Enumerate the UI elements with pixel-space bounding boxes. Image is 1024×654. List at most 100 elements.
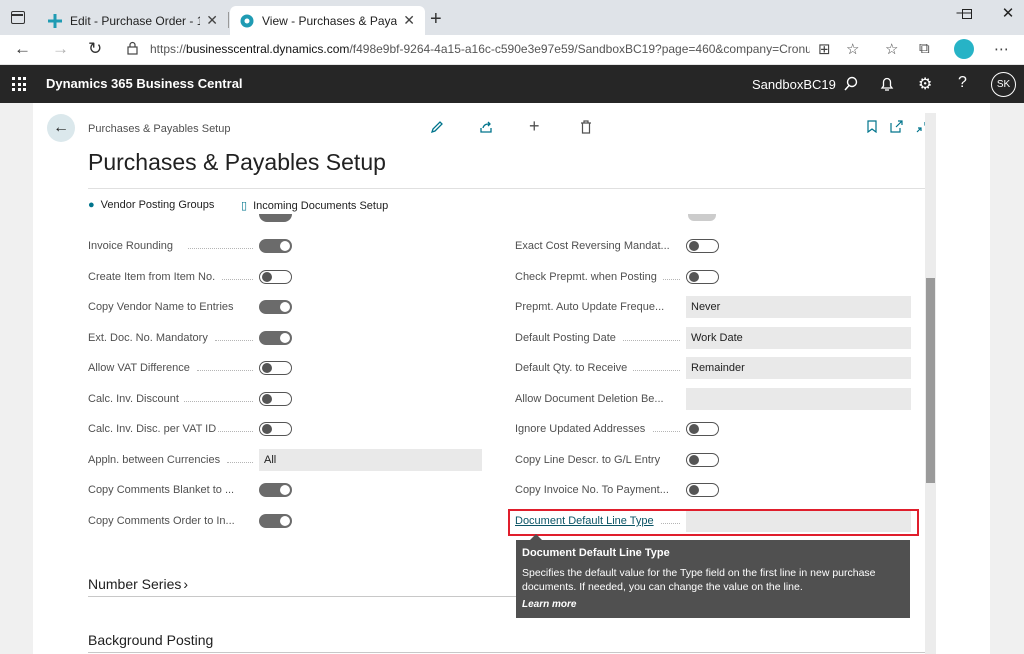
toggle-switch[interactable] xyxy=(259,300,292,314)
document-icon: ▯ xyxy=(241,200,248,212)
field-ignore-updated-addresses: Ignore Updated Addresses xyxy=(515,418,915,440)
gear-icon[interactable]: ⚙ xyxy=(918,74,932,94)
search-icon[interactable] xyxy=(843,76,859,92)
section-background-posting[interactable]: Background Posting xyxy=(88,632,213,648)
toggle-switch[interactable] xyxy=(686,270,719,284)
clipped-toggle[interactable] xyxy=(259,214,292,222)
more-menu-icon[interactable]: ⋯ xyxy=(994,40,1009,58)
toggle-switch[interactable] xyxy=(259,514,292,528)
label-dots xyxy=(197,357,253,379)
section-title: Number Series xyxy=(88,576,182,592)
open-new-window-icon[interactable] xyxy=(890,120,904,133)
window-menu-icon[interactable] xyxy=(11,11,25,24)
label-dots xyxy=(188,235,253,257)
toggle-switch[interactable] xyxy=(259,239,292,253)
page-margin-left xyxy=(0,103,33,654)
page-card: ← Purchases & Payables Setup + Purchases… xyxy=(33,103,990,654)
label-dots xyxy=(653,418,680,440)
collections-icon[interactable]: ⧉ xyxy=(919,40,930,57)
toggle-switch[interactable] xyxy=(259,270,292,284)
default-posting-date-select[interactable]: Work Date xyxy=(686,327,911,349)
toggle-switch[interactable] xyxy=(259,361,292,375)
bell-icon[interactable] xyxy=(880,76,894,92)
field-label: Copy Line Descr. to G/L Entry xyxy=(515,454,661,466)
browser-tab-bar: Edit - Purchase Order - 106006 - ✕ View … xyxy=(0,0,1024,35)
url-scheme: https:// xyxy=(150,42,187,56)
incoming-documents-setup-link[interactable]: ▯ Incoming Documents Setup xyxy=(241,199,388,213)
toggle-switch[interactable] xyxy=(686,453,719,467)
page-title: Purchases & Payables Setup xyxy=(88,149,386,175)
toggle-switch[interactable] xyxy=(259,392,292,406)
back-arrow-icon[interactable]: ← xyxy=(14,39,31,59)
appln-currencies-select[interactable]: All xyxy=(259,449,482,471)
app-name: Dynamics 365 Business Central xyxy=(46,76,243,91)
share-icon[interactable] xyxy=(479,120,493,134)
label-dots xyxy=(215,327,253,349)
favorite-add-icon[interactable]: ☆ xyxy=(846,40,859,58)
scrollbar-thumb[interactable] xyxy=(926,278,935,483)
tooltip-learn-more-link[interactable]: Learn more xyxy=(522,599,904,610)
vertical-scrollbar[interactable] xyxy=(925,113,936,654)
bookmark-icon[interactable] xyxy=(867,120,877,133)
url-field[interactable]: https://businesscentral.dynamics.com/f49… xyxy=(150,42,810,56)
allow-document-deletion-input[interactable] xyxy=(686,388,911,410)
new-tab-icon[interactable]: + xyxy=(430,8,442,31)
forward-arrow-icon[interactable]: → xyxy=(52,39,69,59)
close-window-icon[interactable]: ✕ xyxy=(988,4,1024,22)
delete-icon[interactable] xyxy=(580,120,592,134)
label-dots xyxy=(633,357,680,379)
new-record-icon[interactable]: + xyxy=(529,116,540,137)
toggle-switch[interactable] xyxy=(259,422,292,436)
field-default-posting-date: Default Posting Date Work Date xyxy=(515,327,915,349)
browser-tab-purchase-order[interactable]: Edit - Purchase Order - 106006 - ✕ xyxy=(38,6,228,35)
refresh-icon[interactable]: ↻ xyxy=(88,39,102,59)
section-divider xyxy=(88,596,516,597)
tab-title: View - Purchases & Payables Setup xyxy=(262,13,398,28)
back-button[interactable]: ← xyxy=(47,114,75,142)
toggle-switch[interactable] xyxy=(686,239,719,253)
environment-name[interactable]: SandboxBC19 xyxy=(752,77,836,92)
clipped-toggle[interactable] xyxy=(688,214,716,221)
related-label: Vendor Posting Groups xyxy=(100,199,215,211)
section-number-series[interactable]: Number Series › xyxy=(88,576,188,592)
app-launcher-icon[interactable] xyxy=(12,77,26,91)
tooltip-title: Document Default Line Type xyxy=(522,547,670,559)
browser-tab-purchases-setup[interactable]: View - Purchases & Payables Setup ✕ xyxy=(230,6,425,35)
field-default-qty-to-receive: Default Qty. to Receive Remainder xyxy=(515,357,915,379)
field-calc-inv-discount: Calc. Inv. Discount xyxy=(88,388,488,410)
field-label: Copy Comments Order to In... xyxy=(88,515,235,527)
help-icon[interactable]: ? xyxy=(958,74,967,92)
label-dots xyxy=(184,388,253,410)
toggle-switch[interactable] xyxy=(686,422,719,436)
edit-pencil-icon[interactable] xyxy=(430,120,444,134)
close-tab-icon[interactable]: ✕ xyxy=(206,12,218,29)
toggle-switch[interactable] xyxy=(259,331,292,345)
field-allow-document-deletion: Allow Document Deletion Be... xyxy=(515,388,915,410)
chevron-right-icon: › xyxy=(183,576,189,592)
user-avatar[interactable]: SK xyxy=(991,72,1016,97)
header-divider xyxy=(88,188,936,189)
toggle-switch[interactable] xyxy=(259,483,292,497)
close-tab-icon[interactable]: ✕ xyxy=(403,12,415,29)
field-allow-vat-difference: Allow VAT Difference xyxy=(88,357,488,379)
favorites-icon[interactable]: ☆ xyxy=(885,40,898,58)
vendor-posting-groups-link[interactable]: ● Vendor Posting Groups xyxy=(88,199,214,211)
plus-favicon-icon xyxy=(48,13,62,28)
maximize-icon[interactable] xyxy=(962,9,972,19)
tab-title: Edit - Purchase Order - 106006 - xyxy=(70,13,201,28)
label-dots xyxy=(222,266,253,288)
field-tooltip: Document Default Line Type Specifies the… xyxy=(516,534,910,618)
field-copy-comments-blanket: Copy Comments Blanket to ... xyxy=(88,479,488,501)
field-label: Prepmt. Auto Update Freque... xyxy=(515,301,665,313)
prepmt-auto-update-select[interactable]: Never xyxy=(686,296,911,318)
field-appln-between-currencies: Appln. between Currencies All xyxy=(88,449,488,471)
tooltip-body: Specifies the default value for the Type… xyxy=(522,567,876,593)
toggle-switch[interactable] xyxy=(686,483,719,497)
profile-avatar[interactable] xyxy=(954,39,974,59)
label-dots xyxy=(227,449,253,471)
default-qty-to-receive-select[interactable]: Remainder xyxy=(686,357,911,379)
field-label: Exact Cost Reversing Mandat... xyxy=(515,240,670,252)
address-bar: ← → ↻ https://businesscentral.dynamics.c… xyxy=(0,35,1024,65)
field-calc-inv-disc-per-vat-id: Calc. Inv. Disc. per VAT ID xyxy=(88,418,488,440)
apps-icon[interactable]: ⊞ xyxy=(818,40,831,58)
